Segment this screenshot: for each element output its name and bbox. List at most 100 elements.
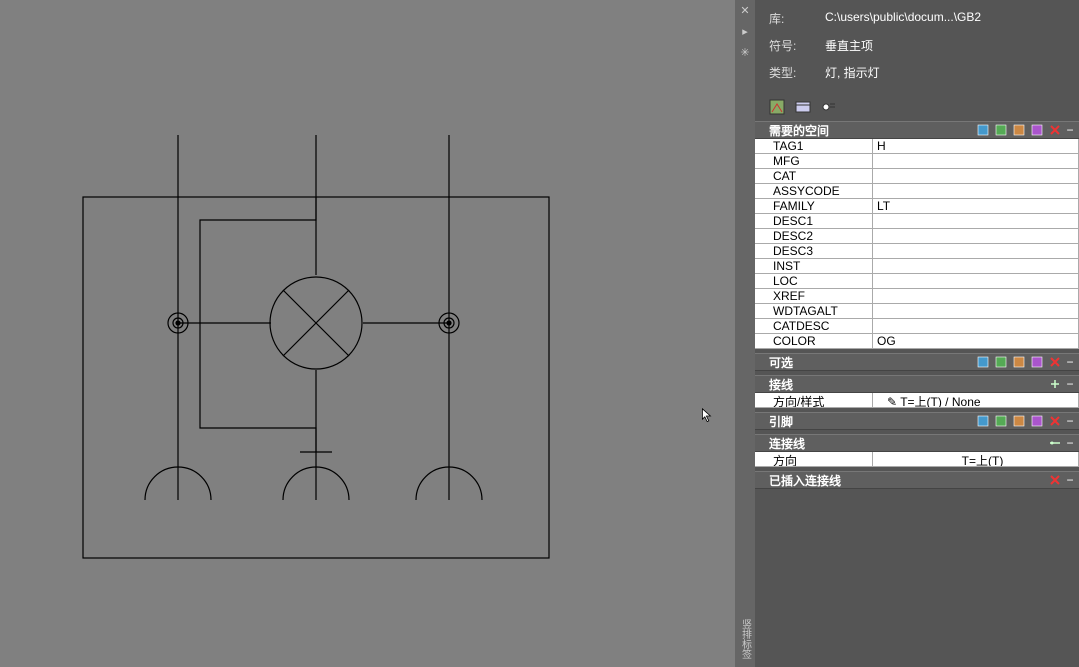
grid-value[interactable]: OG [873,334,1079,348]
close-icon[interactable]: ✕ [740,4,749,17]
grid-row[interactable]: LOC [755,274,1079,289]
grid-value[interactable] [873,289,1079,303]
mini-icon-a[interactable] [977,124,989,136]
grid-row[interactable]: INST [755,259,1079,274]
panel-tab-label[interactable]: 竖排标签 [738,619,753,659]
grid-value[interactable] [873,244,1079,258]
grid-row[interactable]: COLOROG [755,334,1079,349]
grid-key: WDTAGALT [755,304,873,318]
grid-key: DESC1 [755,214,873,228]
grid-required[interactable]: TAG1HMFGCATASSYCODEFAMILYLTDESC1DESC2DES… [755,139,1079,349]
mini-icon-d[interactable] [1031,356,1043,368]
grid-row[interactable]: DESC3 [755,244,1079,259]
grid-key: ASSYCODE [755,184,873,198]
grid-value[interactable] [873,229,1079,243]
symbol-label: 符号: [769,37,825,54]
collapse-icon[interactable]: − [1065,355,1075,369]
type-label: 类型: [769,64,825,81]
grid-value[interactable]: H [873,139,1079,153]
drawing-canvas[interactable] [0,0,735,667]
grid-row[interactable]: CAT [755,169,1079,184]
grid-value[interactable] [873,319,1079,333]
grid-key: DESC2 [755,229,873,243]
mini-icon-wire[interactable] [1049,437,1061,449]
panel-side-strip: ✕ ▸ ✳ 竖排标签 [735,0,755,667]
mini-icon-c[interactable] [1013,124,1025,136]
grid-row[interactable]: DESC1 [755,214,1079,229]
grid-wiring[interactable]: 方向/样式 ✎ T=上(T) / None [755,393,1079,408]
collapse-icon[interactable]: − [1065,473,1075,487]
grid-row[interactable]: 方向/样式 ✎ T=上(T) / None [755,393,1079,408]
grid-value[interactable] [873,184,1079,198]
panel-info-block: 库: C:\users\public\docum...\GB2 符号: 垂直主项… [755,0,1079,97]
grid-connwire[interactable]: 方向 T=上(T) [755,452,1079,467]
grid-key: TAG1 [755,139,873,153]
section-header-inserted[interactable]: 已插入连接线 − [755,471,1079,489]
grid-value[interactable] [873,259,1079,273]
section-title: 可选 [759,354,977,371]
type-value: 灯, 指示灯 [825,64,1065,81]
mini-icon-d[interactable] [1031,124,1043,136]
panel-toolbar [755,97,1079,121]
mouse-cursor [700,408,716,424]
mini-icon-b[interactable] [995,415,1007,427]
grid-row[interactable]: 方向 T=上(T) [755,452,1079,467]
tool-icon-1[interactable] [769,99,785,115]
grid-row[interactable]: WDTAGALT [755,304,1079,319]
section-optional: 可选 − [755,353,1079,371]
section-header-connwire[interactable]: 连接线 − [755,434,1079,452]
grid-value[interactable]: ✎ T=上(T) / None [873,393,1079,407]
grid-value[interactable] [873,169,1079,183]
mini-icon-b[interactable] [995,124,1007,136]
section-header-optional[interactable]: 可选 − [755,353,1079,371]
mini-icon-del[interactable] [1049,356,1061,368]
mini-icon-c[interactable] [1013,415,1025,427]
mini-icon-a[interactable] [977,356,989,368]
section-required: 需要的空间 − TAG1HMFGCATASSYCODEFAMILYLTDESC1… [755,121,1079,349]
grid-row[interactable]: FAMILYLT [755,199,1079,214]
mini-icon-del[interactable] [1049,415,1061,427]
collapse-icon[interactable]: − [1065,377,1075,391]
grid-value[interactable] [873,214,1079,228]
grid-row[interactable]: CATDESC [755,319,1079,334]
collapse-right-icon[interactable]: ▸ [742,25,748,38]
properties-panel: 库: C:\users\public\docum...\GB2 符号: 垂直主项… [755,0,1079,667]
library-label: 库: [769,10,825,27]
grid-value[interactable] [873,274,1079,288]
section-title: 连接线 [759,435,1049,452]
grid-key: XREF [755,289,873,303]
grid-key: LOC [755,274,873,288]
mini-icon-b[interactable] [995,356,1007,368]
tool-icon-3[interactable] [821,99,837,115]
grid-key: 方向 [755,452,873,466]
grid-value[interactable] [873,304,1079,318]
grid-value[interactable] [873,154,1079,168]
section-header-wiring[interactable]: 接线 − [755,375,1079,393]
mini-icon-del[interactable] [1049,474,1061,486]
mini-icon-a[interactable] [977,415,989,427]
library-value: C:\users\public\docum...\GB2 [825,10,1065,27]
section-header-required[interactable]: 需要的空间 − [755,121,1079,139]
grid-value[interactable]: T=上(T) [873,452,1079,466]
grid-key: DESC3 [755,244,873,258]
collapse-icon[interactable]: − [1065,436,1075,450]
grid-row[interactable]: DESC2 [755,229,1079,244]
grid-row[interactable]: ASSYCODE [755,184,1079,199]
mini-icon-c[interactable] [1013,356,1025,368]
collapse-icon[interactable]: − [1065,414,1075,428]
grid-key: CAT [755,169,873,183]
settings-icon[interactable]: ✳ [740,46,749,59]
mini-icon-add[interactable] [1049,378,1061,390]
grid-value[interactable]: LT [873,199,1079,213]
grid-row[interactable]: MFG [755,154,1079,169]
section-title: 接线 [759,376,1049,393]
tool-icon-2[interactable] [795,99,811,115]
section-header-pins[interactable]: 引脚 − [755,412,1079,430]
collapse-icon[interactable]: − [1065,123,1075,137]
mini-icon-d[interactable] [1031,415,1043,427]
grid-row[interactable]: XREF [755,289,1079,304]
grid-key: 方向/样式 [755,393,873,407]
mini-icon-del[interactable] [1049,124,1061,136]
grid-row[interactable]: TAG1H [755,139,1079,154]
section-title: 已插入连接线 [759,472,1049,489]
